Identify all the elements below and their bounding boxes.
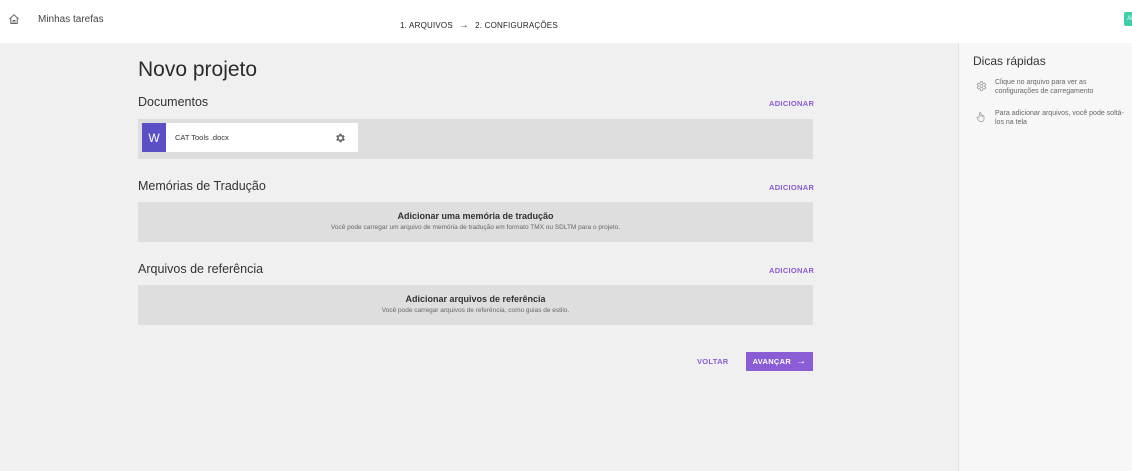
next-button-label: AVANÇAR: [752, 357, 792, 366]
page-title: Novo projeto: [138, 58, 258, 81]
hand-pointer-icon: [976, 112, 985, 122]
gear-icon: [976, 81, 987, 91]
step-files[interactable]: 1. ARQUIVOS: [400, 21, 453, 45]
nav-my-tasks-link[interactable]: Minhas tarefas: [38, 14, 104, 25]
file-name: CAT Tools .docx: [175, 133, 229, 142]
tips-title: Dicas rápidas: [973, 54, 1046, 68]
step-indicator: 1. ARQUIVOS → 2. CONFIGURAÇÕES: [400, 20, 558, 45]
tip-text: Para adicionar arquivos, você pode soltá…: [995, 110, 1124, 126]
reference-files-dropzone[interactable]: Adicionar arquivos de referência Você po…: [138, 285, 813, 325]
translation-memory-empty-title: Adicionar uma memória de tradução: [397, 211, 554, 221]
next-button[interactable]: AVANÇAR →: [746, 352, 813, 371]
add-document-button[interactable]: ADICIONAR: [769, 99, 814, 108]
reference-files-empty-subtitle: Você pode carregar arquivos de referênci…: [381, 307, 570, 314]
avatar[interactable]: AF: [1124, 12, 1132, 26]
tip-item: Para adicionar arquivos, você pode soltá…: [975, 110, 1125, 127]
top-bar: Minhas tarefas 1. ARQUIVOS → 2. CONFIGUR…: [0, 0, 1132, 45]
home-icon[interactable]: [8, 13, 20, 25]
translation-memories-section-title: Memórias de Tradução: [138, 179, 266, 193]
translation-memory-dropzone[interactable]: Adicionar uma memória de tradução Você p…: [138, 202, 813, 242]
documents-section-title: Documentos: [138, 95, 209, 109]
step-arrow: →: [458, 20, 470, 31]
tip-item: Clique no arquivo para ver as configuraç…: [975, 79, 1125, 96]
back-button[interactable]: VOLTAR: [697, 357, 729, 366]
arrow-right-icon: →: [796, 356, 807, 367]
translation-memory-empty-subtitle: Você pode carregar um arquivo de memória…: [330, 224, 621, 231]
add-translation-memory-button[interactable]: ADICIONAR: [769, 183, 814, 192]
tips-sidebar: [958, 43, 1132, 471]
tip-text: Clique no arquivo para ver as configuraç…: [995, 79, 1094, 95]
gear-icon[interactable]: [334, 132, 346, 144]
documents-dropzone[interactable]: W CAT Tools .docx: [138, 119, 813, 159]
step-settings[interactable]: 2. CONFIGURAÇÕES: [475, 21, 558, 30]
word-file-icon: W: [142, 123, 166, 152]
reference-files-empty-title: Adicionar arquivos de referência: [405, 294, 546, 304]
file-item[interactable]: W CAT Tools .docx: [142, 123, 358, 152]
add-reference-file-button[interactable]: ADICIONAR: [769, 266, 814, 275]
reference-files-section-title: Arquivos de referência: [138, 262, 264, 276]
